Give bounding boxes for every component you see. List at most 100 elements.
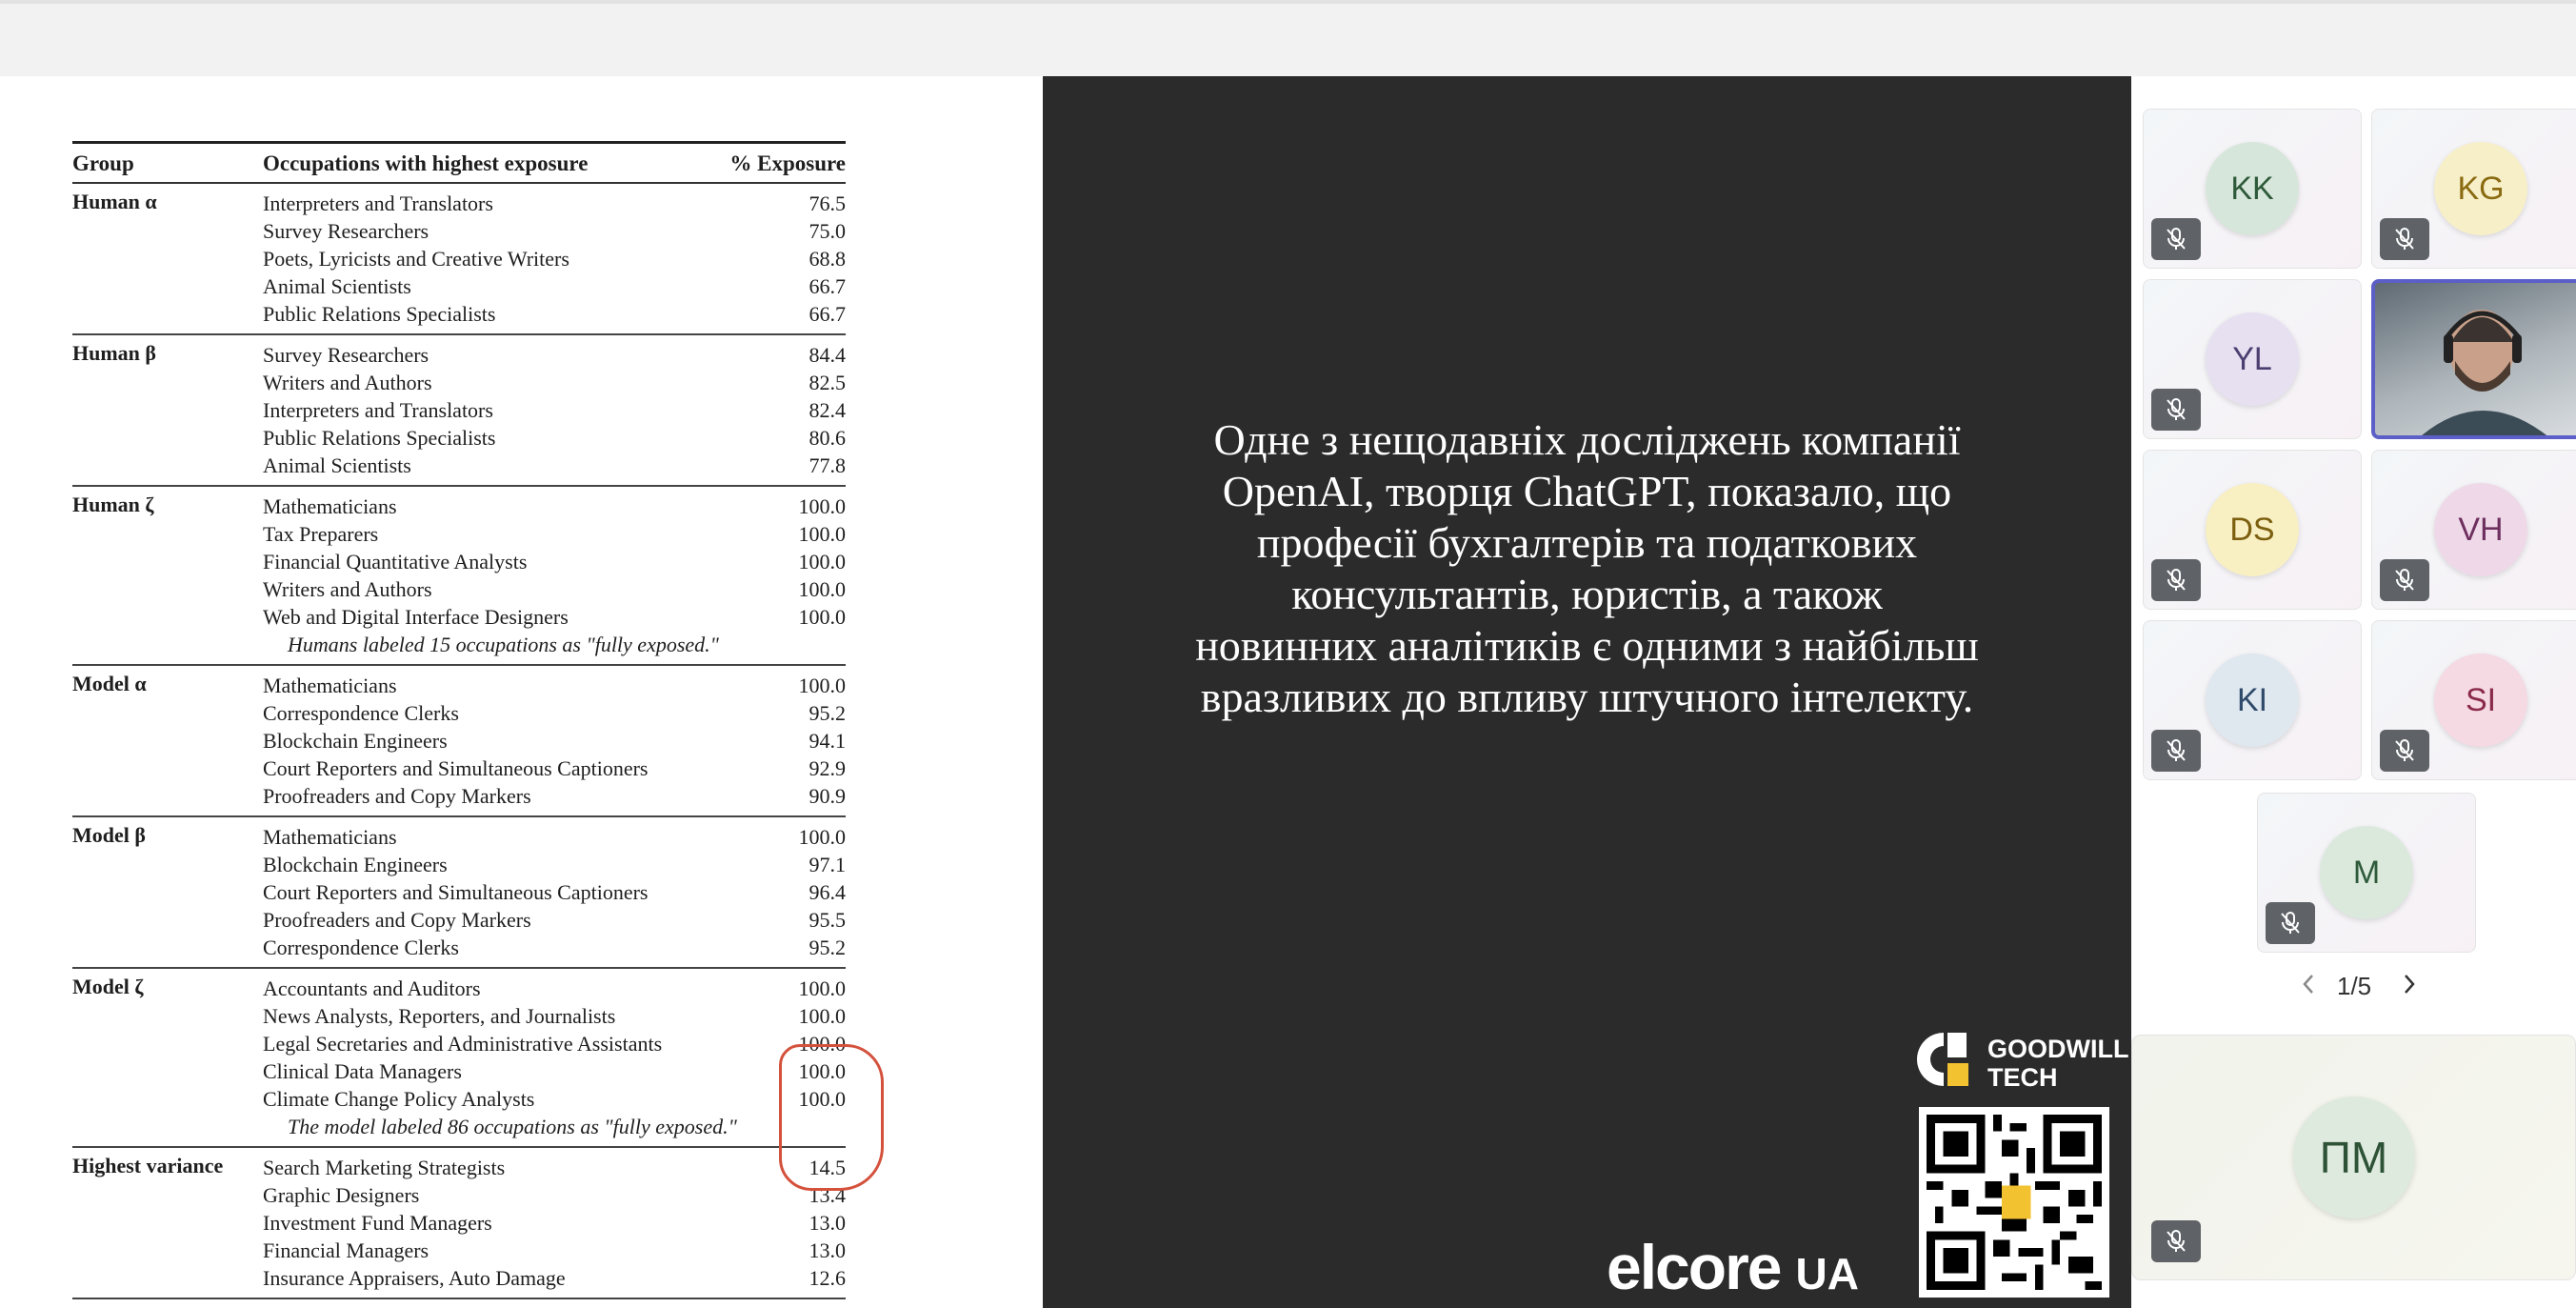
mic-muted-indicator — [2380, 730, 2429, 772]
exposure-cell: 66.7 — [809, 302, 847, 326]
slide-line: професії бухгалтерів та податкових — [1256, 518, 1918, 567]
exposure-cell: 100.0 — [798, 976, 847, 1000]
exposure-cell: 84.4 — [809, 343, 847, 367]
slide-line: вразливих до впливу штучного інтелекту. — [1200, 673, 1974, 721]
avatar: DS — [2206, 483, 2299, 576]
table-row: Public Relations Specialists 66.7 — [72, 300, 846, 328]
occupation-cell: Writers and Authors — [263, 577, 432, 601]
exposure-cell: 100.0 — [798, 1004, 847, 1028]
exposure-cell: 100.0 — [798, 577, 847, 601]
top-toolbar — [0, 0, 2576, 76]
avatar: KI — [2206, 654, 2299, 747]
exposure-cell: 100.0 — [798, 825, 847, 849]
occupation-cell: Blockchain Engineers — [263, 853, 448, 876]
exposure-cell: 97.1 — [809, 853, 847, 876]
participant-tile[interactable]: VH — [2371, 450, 2576, 610]
table-group: Human ζ Mathematicians 100.0 Tax Preparers 1… — [72, 487, 846, 666]
table-row: Mathematicians 100.0 — [72, 823, 846, 851]
table-row: Financial Quantitative Analysts 100.0 — [72, 548, 846, 575]
occupation-cell: Court Reporters and Simultaneous Caption… — [263, 880, 649, 904]
exposure-cell: 66.7 — [809, 274, 847, 298]
goodwill-logo-icon — [1917, 1033, 1968, 1086]
exposure-cell: 92.9 — [809, 756, 847, 780]
mic-muted-indicator — [2380, 559, 2429, 601]
occupation-cell: Public Relations Specialists — [263, 302, 496, 326]
chevron-right-icon — [2405, 975, 2415, 994]
chevron-left-icon — [2303, 975, 2313, 994]
exposure-cell: 68.8 — [809, 247, 847, 271]
table-header: Group Occupations with highest exposure … — [72, 144, 846, 184]
table-row: Graphic Designers 13.4 — [72, 1181, 846, 1209]
table-group: Model ζ Accountants and Auditors 100.0 News… — [72, 969, 846, 1148]
table-row: News Analysts, Reporters, and Journalist… — [72, 1002, 846, 1030]
occupation-cell: Animal Scientists — [263, 453, 411, 477]
exposure-cell: 75.0 — [809, 219, 847, 243]
table-row: Animal Scientists 66.7 — [72, 272, 846, 300]
participant-video — [2422, 310, 2547, 435]
mic-off-icon — [2395, 739, 2414, 761]
participant-tile[interactable]: SI — [2371, 620, 2576, 780]
participant-tile[interactable]: M — [2257, 793, 2476, 953]
mic-muted-indicator — [2151, 559, 2201, 601]
occupation-cell: Clinical Data Managers — [263, 1059, 462, 1083]
table-row: Tax Preparers 100.0 — [72, 520, 846, 548]
avatar: M — [2320, 826, 2413, 919]
exposure-cell: 76.5 — [809, 191, 847, 215]
exposure-cell: 100.0 — [798, 522, 847, 546]
avatar: SI — [2434, 654, 2527, 747]
occupation-cell: Correspondence Clerks — [263, 701, 459, 725]
participant-tile[interactable]: KK — [2143, 109, 2362, 269]
header-group: Group — [72, 151, 134, 175]
table-row: Writers and Authors 82.5 — [72, 369, 846, 396]
table-row: Insurance Appraisers, Auto Damage 12.6 — [72, 1264, 846, 1292]
occupation-cell: Mathematicians — [263, 825, 397, 849]
table-group: Highest variance Search Marketing Strateg… — [72, 1148, 846, 1299]
occupation-cell: Climate Change Policy Analysts — [263, 1087, 535, 1111]
exposure-cell: 100.0 — [798, 605, 847, 629]
participant-tile[interactable]: KG — [2371, 109, 2576, 269]
mic-off-icon — [2167, 739, 2186, 761]
exposure-cell: 95.5 — [809, 908, 847, 932]
active-speaker-tile[interactable]: ПМ — [2131, 1035, 2576, 1280]
occupation-cell: Interpreters and Translators — [263, 398, 493, 422]
participant-pager: 1/5 — [2301, 970, 2415, 1002]
occupation-cell: Poets, Lyricists and Creative Writers — [263, 247, 569, 271]
avatar: KG — [2434, 142, 2527, 235]
occupation-cell: Interpreters and Translators — [263, 191, 493, 215]
exposure-cell: 96.4 — [809, 880, 847, 904]
occupation-cell: Survey Researchers — [263, 343, 429, 367]
exposure-cell: 13.0 — [809, 1211, 847, 1235]
exposure-table: Group Occupations with highest exposure … — [72, 141, 846, 1299]
participant-tile[interactable]: DS — [2143, 450, 2362, 610]
table-row: Mathematicians 100.0 — [72, 493, 846, 520]
group-note: The model labeled 86 occupations as "ful… — [72, 1113, 846, 1140]
table-row: Court Reporters and Simultaneous Caption… — [72, 755, 846, 782]
exposure-cell: 82.4 — [809, 398, 847, 422]
exposure-cell: 94.1 — [809, 729, 847, 753]
occupation-cell: Financial Quantitative Analysts — [263, 550, 528, 574]
table-row: Correspondence Clerks 95.2 — [72, 934, 846, 961]
participant-video-tile[interactable] — [2371, 279, 2576, 439]
participant-tile[interactable]: KI — [2143, 620, 2362, 780]
exposure-cell: 90.9 — [809, 784, 847, 808]
next-page-button[interactable] — [2402, 972, 2417, 1003]
hand-drawn-annotation-circle — [779, 1044, 884, 1191]
table-row: Proofreaders and Copy Markers 90.9 — [72, 782, 846, 810]
occupation-cell: Animal Scientists — [263, 274, 411, 298]
prev-page-button[interactable] — [2301, 972, 2316, 1003]
exposure-cell: 77.8 — [809, 453, 847, 477]
table-row: Writers and Authors 100.0 — [72, 575, 846, 603]
table-row: Climate Change Policy Analysts 100.0 — [72, 1085, 846, 1113]
participant-tile[interactable]: YL — [2143, 279, 2362, 439]
header-occupations: Occupations with highest exposure — [263, 151, 589, 175]
table-row: Proofreaders and Copy Markers 95.5 — [72, 906, 846, 934]
occupation-cell: Court Reporters and Simultaneous Caption… — [263, 756, 649, 780]
occupation-cell: News Analysts, Reporters, and Journalist… — [263, 1004, 616, 1028]
table-row: Animal Scientists 77.8 — [72, 452, 846, 479]
occupation-cell: Proofreaders and Copy Markers — [263, 908, 531, 932]
avatar: KK — [2206, 142, 2299, 235]
goodwill-tech-brand: GOODWILL TECH — [1987, 1035, 2129, 1092]
occupation-cell: Investment Fund Managers — [263, 1211, 492, 1235]
table-row: Financial Managers 13.0 — [72, 1237, 846, 1264]
occupation-cell: Public Relations Specialists — [263, 426, 496, 450]
